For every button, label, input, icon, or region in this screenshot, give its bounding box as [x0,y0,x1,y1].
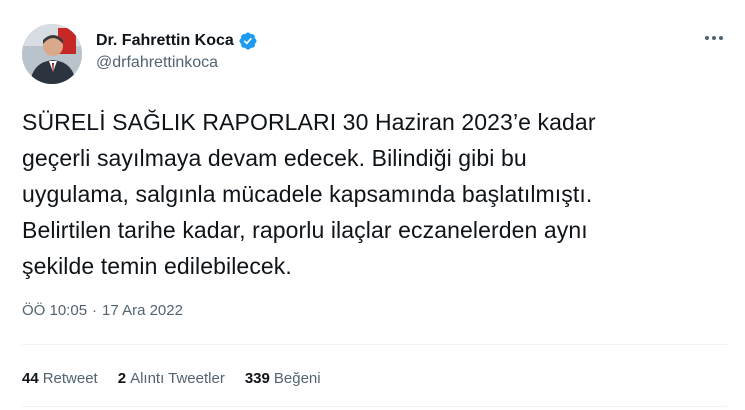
retweet-count: 44 [22,370,39,387]
author-names: Dr. Fahrettin Koca @drfahrettinkoca [96,30,258,72]
retweet-label: Retweet [42,370,98,387]
retweets-stat[interactable]: 44 Retweet [22,370,98,387]
quote-count: 2 [117,370,127,387]
likes-stat[interactable]: 339 Beğeni [245,370,321,387]
more-horizontal-icon [705,36,723,40]
divider [22,406,727,407]
like-count: 339 [244,370,270,387]
more-options-button[interactable] [701,28,727,48]
author-handle[interactable]: @drfahrettinkoca [96,54,258,72]
divider [22,344,727,345]
profile-photo-icon [22,24,82,84]
tweet-stats: 44 Retweet 2 Alıntı Tweetler 339 Beğeni [22,370,341,387]
avatar[interactable] [22,24,82,84]
quote-label: Alıntı Tweetler [130,370,225,387]
tweet-date[interactable]: 17 Ara 2022 [102,302,183,319]
tweet-timestamp: ÖÖ 10:05 · 17 Ara 2022 [22,302,183,319]
verified-badge-icon [238,31,258,51]
tweet-time[interactable]: ÖÖ 10:05 [22,302,87,319]
display-name[interactable]: Dr. Fahrettin Koca [96,32,234,50]
tweet-text: SÜRELİ SAĞLIK RAPORLARI 30 Haziran 2023’… [22,109,596,279]
tweet-header: Dr. Fahrettin Koca @drfahrettinkoca [22,24,727,84]
like-label: Beğeni [273,370,321,387]
display-name-row: Dr. Fahrettin Koca [96,30,258,52]
quotes-stat[interactable]: 2 Alıntı Tweetler [118,370,225,387]
tweet-card: Dr. Fahrettin Koca @drfahrettinkoca SÜRE… [0,0,745,410]
meta-separator: · [92,302,98,319]
